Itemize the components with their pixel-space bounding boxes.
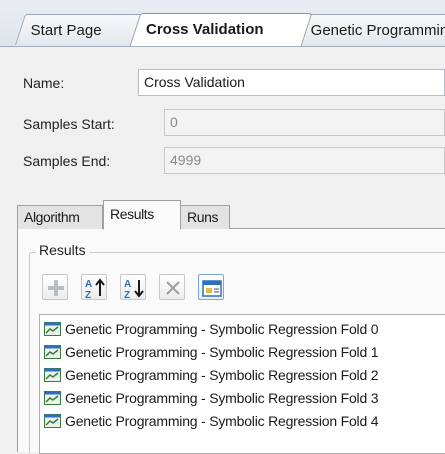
- list-item-label: Genetic Programming - Symbolic Regressio…: [65, 413, 379, 429]
- tab-label: Start Page: [30, 22, 102, 39]
- tab-algorithm[interactable]: Algorithm: [17, 205, 103, 229]
- results-group-title: Results: [36, 242, 89, 258]
- sort-descending-button[interactable]: A Z: [120, 274, 146, 301]
- add-button[interactable]: [42, 274, 68, 300]
- samples-start-label: Samples Start:: [23, 116, 115, 132]
- result-item-icon: [44, 368, 61, 382]
- remove-icon: [166, 281, 180, 295]
- result-item-icon: [44, 345, 61, 359]
- svg-text:A: A: [85, 279, 92, 290]
- tab-start-page[interactable]: Start Page: [14, 14, 144, 45]
- tab-genetic-programming[interactable]: Genetic Programming: [294, 14, 445, 45]
- tab-results[interactable]: Results: [103, 200, 181, 230]
- sort-ascending-icon: A Z: [85, 278, 105, 301]
- result-item-icon: [44, 414, 61, 428]
- tab-label: Cross Validation: [146, 21, 264, 38]
- name-field[interactable]: Cross Validation: [138, 69, 445, 96]
- tab-label: Genetic Programming: [310, 22, 445, 39]
- list-item[interactable]: Genetic Programming - Symbolic Regressio…: [44, 341, 379, 363]
- add-icon: [48, 280, 64, 296]
- list-item[interactable]: Genetic Programming - Symbolic Regressio…: [44, 318, 379, 340]
- samples-end-field[interactable]: 4999: [164, 147, 445, 174]
- result-item-icon: [44, 322, 61, 336]
- list-item-label: Genetic Programming - Symbolic Regressio…: [65, 321, 379, 337]
- document-tab-strip: Start Page Genetic Programming Cross Val…: [0, 0, 445, 47]
- result-item-icon: [44, 391, 61, 405]
- remove-button[interactable]: [159, 274, 185, 300]
- sort-ascending-button[interactable]: A Z: [81, 274, 107, 301]
- list-item[interactable]: Genetic Programming - Symbolic Regressio…: [44, 364, 379, 386]
- list-item[interactable]: Genetic Programming - Symbolic Regressio…: [44, 410, 379, 432]
- svg-text:Z: Z: [124, 290, 130, 301]
- view-details-icon: [202, 280, 222, 297]
- list-item[interactable]: Genetic Programming - Symbolic Regressio…: [44, 387, 379, 409]
- list-item-label: Genetic Programming - Symbolic Regressio…: [65, 344, 379, 360]
- sort-descending-icon: A Z: [124, 279, 144, 301]
- list-item-label: Genetic Programming - Symbolic Regressio…: [65, 367, 379, 383]
- samples-end-label: Samples End:: [23, 153, 111, 169]
- samples-start-field[interactable]: 0: [164, 109, 445, 136]
- results-list[interactable]: Genetic Programming - Symbolic Regressio…: [39, 314, 445, 454]
- list-item-label: Genetic Programming - Symbolic Regressio…: [65, 390, 379, 406]
- name-label: Name:: [23, 75, 65, 91]
- tab-cross-validation[interactable]: Cross Validation: [129, 13, 313, 46]
- tab-runs[interactable]: Runs: [180, 205, 230, 229]
- svg-text:A: A: [124, 279, 131, 290]
- svg-text:Z: Z: [85, 290, 91, 301]
- view-details-button[interactable]: [198, 274, 224, 300]
